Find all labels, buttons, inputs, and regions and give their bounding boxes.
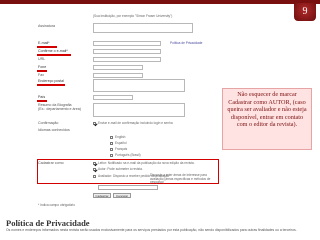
- language-option: Español: [115, 141, 127, 145]
- language-checkbox[interactable]: [110, 141, 113, 145]
- language-checkbox[interactable]: [110, 153, 113, 157]
- fax-label: Fax: [38, 73, 44, 77]
- register-as-label: Cadastrar como: [38, 161, 64, 165]
- mailing-address-label: Endereço postal: [38, 79, 64, 83]
- language-option: Português (Brasil): [115, 153, 141, 157]
- required-note: * Indica campo obrigatório: [38, 203, 76, 207]
- url-label: URL: [38, 57, 46, 61]
- callout-text: Não esquecer de marcar Cadastrar como AU…: [227, 91, 307, 129]
- languages-label: Idiomas conhecidos: [38, 128, 70, 132]
- confirmation-label: Confirmação: [38, 121, 59, 125]
- reader-option: Leitor: Notificado na e-mail da publicaç…: [98, 161, 195, 165]
- url-field[interactable]: [93, 57, 161, 62]
- privacy-link[interactable]: Política de Privacidade: [170, 41, 202, 45]
- email-field[interactable]: [93, 41, 161, 46]
- review-interests-field[interactable]: [98, 185, 158, 190]
- reviewer-checkbox[interactable]: [93, 174, 96, 178]
- language-checkbox[interactable]: [110, 147, 113, 151]
- email-label: E-mail*: [38, 41, 50, 45]
- privacy-title: Política de Privacidade: [6, 218, 90, 228]
- phone-label: Fone: [38, 65, 47, 69]
- country-label: País: [38, 95, 46, 99]
- author-option: Autor: Pode submeter à revista.: [98, 167, 143, 171]
- cancel-button[interactable]: Cancelar: [113, 193, 131, 198]
- page-number: 9: [302, 6, 308, 17]
- confirm-email-label: Confirme o e-mail*: [38, 49, 68, 53]
- confirmation-checkbox[interactable]: [93, 121, 96, 125]
- bio-label: Resumo da Biografia (Ex.: departamento e…: [38, 103, 81, 111]
- confirm-email-field[interactable]: [93, 49, 161, 54]
- reader-checkbox[interactable]: [93, 161, 96, 165]
- affiliation-hint: (Sua instituição, por exemplo "Simon Fra…: [93, 14, 173, 18]
- phone-field[interactable]: [93, 65, 143, 70]
- signature-label: Assinatura: [38, 24, 55, 28]
- mailing-address-underline: [37, 84, 65, 86]
- register-button[interactable]: Cadastrar: [93, 193, 111, 198]
- language-option: English: [115, 135, 126, 139]
- review-interests-label: Disposto a reter áreas de interesse para…: [150, 173, 211, 185]
- bio-field[interactable]: [93, 103, 185, 117]
- language-option: Français: [115, 147, 128, 151]
- privacy-text: Os nomes e endereços informados nesta re…: [6, 228, 297, 232]
- email-underline: [37, 46, 57, 48]
- country-select[interactable]: [93, 95, 133, 100]
- country-underline: [37, 100, 47, 102]
- confirmation-text: Enviar e-mail de confirmação incluindo l…: [98, 121, 173, 125]
- language-checkbox[interactable]: [110, 135, 113, 139]
- phone-underline: [37, 70, 47, 72]
- fax-field[interactable]: [93, 73, 143, 78]
- confirm-email-underline: [37, 54, 71, 56]
- mailing-address-field[interactable]: [93, 79, 185, 92]
- author-checkbox[interactable]: [93, 167, 96, 171]
- signature-field[interactable]: [93, 23, 193, 33]
- slide-top-bar: [0, 0, 320, 4]
